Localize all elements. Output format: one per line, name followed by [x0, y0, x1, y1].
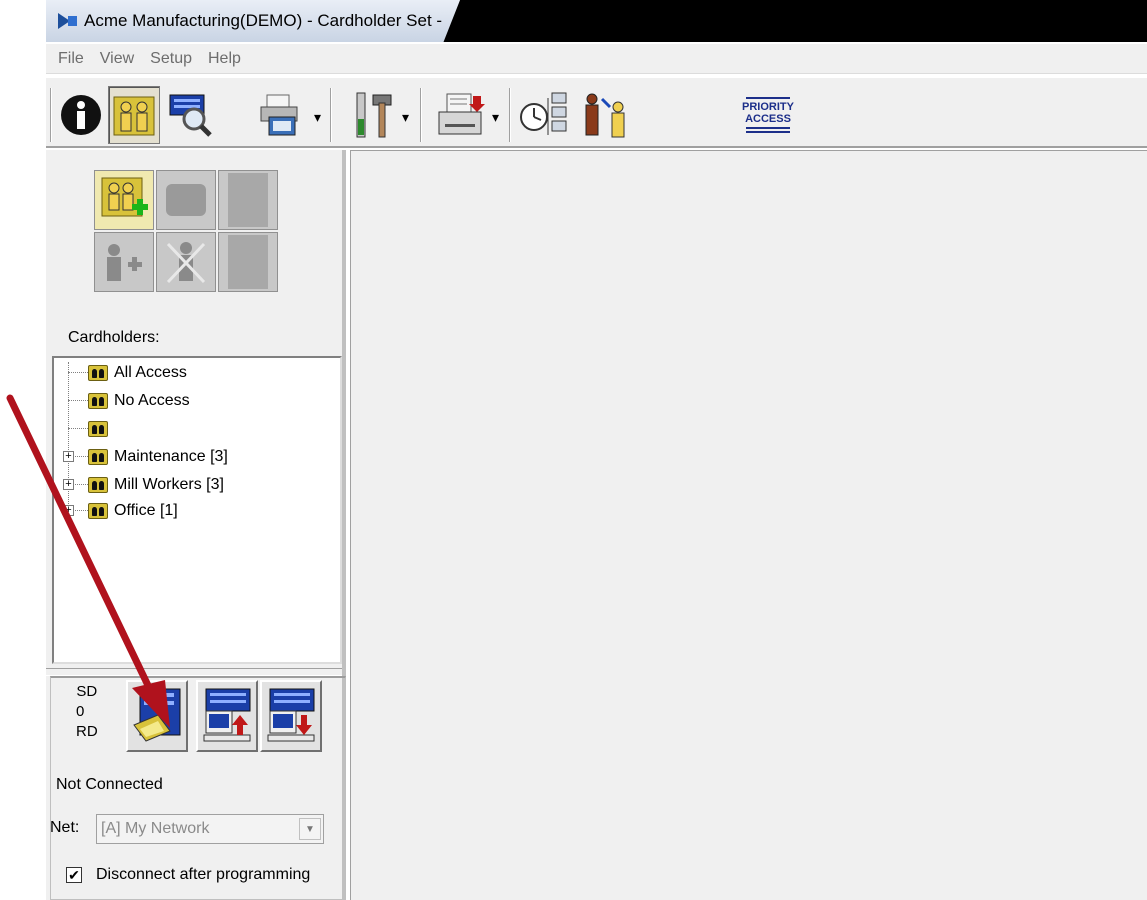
cardholder-tree[interactable]: + + + All Access No Access Maintenance [… [52, 356, 342, 664]
group-folder-icon [88, 477, 108, 493]
blank-icon [228, 173, 268, 227]
connect-button[interactable] [126, 680, 188, 752]
reports-dropdown-arrow[interactable]: ▾ [492, 110, 499, 124]
tree-item-label: Office [1] [114, 502, 178, 519]
pane-divider[interactable] [46, 668, 342, 676]
info-icon [61, 95, 101, 135]
add-group-icon [101, 177, 148, 217]
app-icon [58, 13, 77, 29]
tree-item-office[interactable]: Office [1] [88, 499, 178, 523]
tree-line [68, 428, 88, 429]
expand-maintenance[interactable]: + [63, 451, 74, 462]
toolbar-separator [509, 88, 511, 142]
priority-label: PRIORITY [742, 101, 794, 113]
group-properties-icon [166, 184, 206, 216]
priority-line-bottom2 [746, 131, 790, 133]
group-properties-button[interactable] [156, 170, 216, 230]
blank-icon [228, 235, 268, 289]
reports-icon [438, 93, 485, 135]
monitor-button[interactable] [164, 86, 216, 144]
schedule-button[interactable] [516, 86, 576, 144]
cardholders-icon [113, 96, 155, 136]
connection-status: Not Connected [56, 776, 163, 793]
blank-button-2[interactable] [218, 232, 278, 292]
reports-button[interactable] [432, 86, 492, 144]
upload-icon [203, 688, 251, 742]
add-cardholder-button[interactable] [94, 232, 154, 292]
blank-button-1[interactable] [218, 170, 278, 230]
printer-dropdown-arrow[interactable]: ▾ [314, 110, 321, 124]
card-holder-move-icon [585, 93, 625, 138]
title-tab: Acme Manufacturing(DEMO) - Cardholder Se… [46, 0, 461, 42]
tools-icon [356, 92, 392, 138]
monitor-icon [169, 94, 212, 137]
schedule-icon [520, 92, 567, 135]
add-person-icon [107, 244, 142, 281]
cardholder-action-buttons [94, 170, 280, 294]
printer-button[interactable] [256, 86, 308, 144]
tree-item-unnamed[interactable] [88, 417, 114, 441]
add-group-button[interactable] [94, 170, 154, 230]
rd-label: RD [76, 723, 98, 740]
priority-line-top [746, 97, 790, 99]
title-bar: Acme Manufacturing(DEMO) - Cardholder Se… [46, 0, 1147, 42]
printer-icon [260, 94, 298, 136]
upload-button[interactable] [196, 680, 258, 752]
toolbar-separator [50, 88, 52, 142]
left-pane: Cardholders: + + + All Access No Access [46, 150, 346, 900]
group-folder-icon [88, 449, 108, 465]
sd-rd-counter: SD 0 RD [76, 682, 98, 742]
move-cardholder-button[interactable] [578, 86, 634, 144]
tree-line [68, 400, 88, 401]
cardholders-button[interactable] [108, 86, 160, 144]
tree-item-all-access[interactable]: All Access [88, 361, 187, 385]
menu-bar: File View Setup Help [46, 44, 1147, 74]
connect-icon [133, 688, 181, 742]
group-folder-icon [88, 503, 108, 519]
priority-access-button[interactable]: PRIORITY ACCESS [736, 86, 800, 144]
tree-item-label: All Access [114, 364, 187, 381]
net-label: Net: [50, 819, 80, 836]
tools-dropdown-arrow[interactable]: ▾ [402, 110, 409, 124]
delete-person-icon [166, 242, 206, 284]
sd-count: 0 [76, 703, 85, 720]
tree-line [68, 372, 88, 373]
group-folder-icon [88, 421, 108, 437]
disconnect-checkbox-label[interactable]: Disconnect after programming [96, 866, 310, 884]
group-folder-icon [88, 365, 108, 381]
menu-view[interactable]: View [100, 50, 134, 68]
tree-item-mill-workers[interactable]: Mill Workers [3] [88, 473, 224, 497]
info-button[interactable] [56, 86, 106, 144]
toolbar-separator [330, 88, 332, 142]
expand-mill-workers[interactable]: + [63, 479, 74, 490]
tree-item-label: No Access [114, 392, 190, 409]
network-select-value: [A] My Network [101, 820, 210, 837]
tree-item-label: Maintenance [3] [114, 448, 228, 465]
disconnect-checkbox[interactable]: ✔ [66, 867, 82, 883]
toolbar-separator [420, 88, 422, 142]
tools-button[interactable] [346, 86, 398, 144]
menu-setup[interactable]: Setup [150, 50, 192, 68]
download-icon [267, 688, 315, 742]
tree-item-no-access[interactable]: No Access [88, 389, 190, 413]
access-label: ACCESS [745, 113, 791, 125]
menu-help[interactable]: Help [208, 50, 241, 68]
window-title: Acme Manufacturing(DEMO) - Cardholder Se… [84, 11, 443, 30]
sd-label: SD [76, 683, 98, 700]
delete-cardholder-button[interactable] [156, 232, 216, 292]
cardholders-label: Cardholders: [68, 329, 160, 346]
group-folder-icon [88, 393, 108, 409]
priority-line-bottom [746, 127, 790, 129]
chevron-down-icon[interactable]: ▼ [299, 818, 321, 840]
download-button[interactable] [260, 680, 322, 752]
menu-file[interactable]: File [58, 50, 84, 68]
tree-item-label: Mill Workers [3] [114, 476, 224, 493]
tree-item-maintenance[interactable]: Maintenance [3] [88, 445, 228, 469]
toolbar: ▾ ▾ ▾ PRIORITY ACCESS [46, 78, 1147, 148]
main-content-pane [350, 150, 1147, 900]
network-select[interactable]: [A] My Network ▼ [96, 814, 324, 844]
application-window: Acme Manufacturing(DEMO) - Cardholder Se… [0, 0, 1147, 900]
expand-office[interactable]: + [63, 505, 74, 516]
